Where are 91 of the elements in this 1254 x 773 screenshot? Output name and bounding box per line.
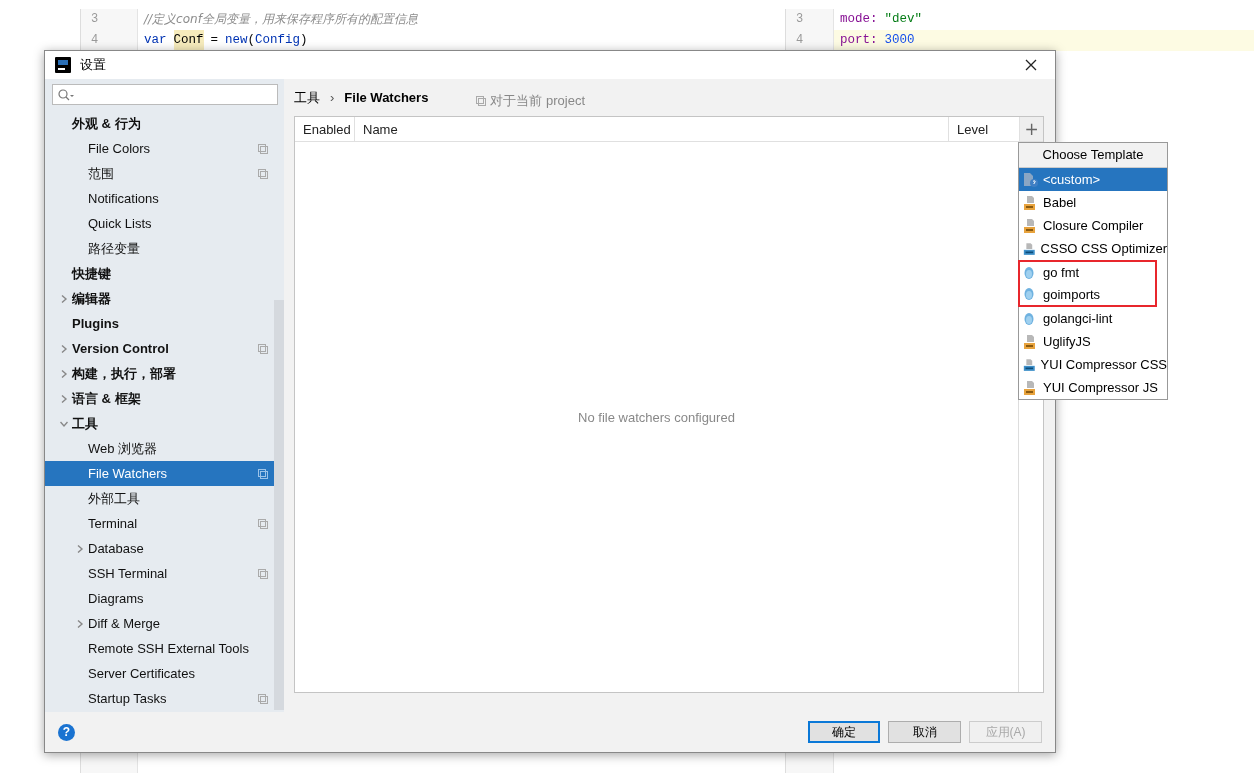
file-icon <box>1023 379 1038 396</box>
settings-item[interactable]: 编辑器 <box>45 286 274 311</box>
breadcrumb[interactable]: 工具 <box>294 88 320 107</box>
line-number: 3 <box>91 12 99 26</box>
code-type: Config <box>255 32 301 49</box>
template-item[interactable]: YUI Compressor JS <box>1019 376 1167 399</box>
code-punctuation: = <box>210 32 219 49</box>
chevron-right-icon <box>59 344 68 353</box>
scrollbar[interactable] <box>274 300 284 710</box>
settings-item[interactable]: 工具 <box>45 411 274 436</box>
chevron-right-icon <box>75 619 84 628</box>
settings-item[interactable]: Diagrams <box>45 586 274 611</box>
column-header[interactable]: Name <box>355 117 949 141</box>
settings-item[interactable]: Quick Lists <box>45 211 274 236</box>
settings-item[interactable]: Version Control <box>45 336 274 361</box>
line-number: 3 <box>796 12 804 26</box>
settings-item[interactable]: Server Certificates <box>45 661 274 686</box>
code-punctuation: ) <box>300 32 308 49</box>
settings-item[interactable]: 语言 & 框架 <box>45 386 274 411</box>
breadcrumb: File Watchers <box>344 90 429 105</box>
line-number: 4 <box>796 33 804 47</box>
template-item[interactable]: goimports <box>1020 283 1155 305</box>
settings-item[interactable]: Remote SSH External Tools <box>45 636 274 661</box>
template-item[interactable]: CSSO CSS Optimizer <box>1019 237 1167 260</box>
settings-item[interactable]: 路径变量 <box>45 236 274 261</box>
close-icon[interactable] <box>1025 59 1037 71</box>
code-string: "dev" <box>884 11 923 28</box>
file-icon <box>1023 240 1036 257</box>
settings-item[interactable]: Notifications <box>45 186 274 211</box>
scope-note: 对于当前 project <box>490 91 586 110</box>
settings-item[interactable]: Plugins <box>45 311 274 336</box>
template-item[interactable]: <custom> <box>1019 168 1167 191</box>
add-button[interactable]: + <box>1019 117 1043 141</box>
chevron-down-icon <box>59 419 68 428</box>
empty-message: No file watchers configured <box>578 409 735 425</box>
code-number: 3000 <box>884 32 915 49</box>
settings-item[interactable]: Database <box>45 536 274 561</box>
app-logo-icon <box>55 57 71 73</box>
code-keyword: var <box>144 32 167 49</box>
settings-item[interactable]: Startup Tasks <box>45 686 274 711</box>
copy-icon <box>476 95 487 106</box>
settings-item[interactable]: Terminal <box>45 511 274 536</box>
search-icon <box>58 88 74 101</box>
settings-item[interactable]: 外部工具 <box>45 486 274 511</box>
copy-icon <box>258 143 268 154</box>
settings-item[interactable]: Web 浏览器 <box>45 436 274 461</box>
code-punctuation: ( <box>247 32 256 49</box>
settings-item[interactable]: File Watchers <box>45 461 274 486</box>
code-key: port: <box>840 30 878 51</box>
column-header[interactable]: Enabled <box>295 117 355 141</box>
menu-title: Choose Template <box>1019 143 1167 168</box>
code-comment: //定义conf全局变量，用来保存程序所有的配置信息 <box>144 11 418 28</box>
template-item[interactable]: golangci-lint <box>1019 307 1167 330</box>
code-identifier: Conf <box>173 30 204 51</box>
settings-item[interactable]: 外观 & 行为 <box>45 111 274 136</box>
column-header[interactable]: Level <box>949 117 1019 141</box>
settings-item[interactable]: File Colors <box>45 136 274 161</box>
code-keyword: new <box>225 32 248 49</box>
copy-icon <box>258 168 268 179</box>
template-item[interactable]: go fmt <box>1020 262 1155 284</box>
file-icon <box>1023 356 1036 373</box>
code-key: mode: <box>840 9 878 30</box>
settings-item[interactable]: 快捷键 <box>45 261 274 286</box>
template-item[interactable]: UglifyJS <box>1019 330 1167 353</box>
copy-icon <box>258 693 268 704</box>
line-number: 4 <box>91 33 99 47</box>
chevron-right-icon <box>59 294 68 303</box>
chevron-right-icon <box>59 369 68 378</box>
dialog-button[interactable]: 确定 <box>808 721 880 743</box>
settings-item[interactable]: 构建，执行，部署 <box>45 361 274 386</box>
template-item[interactable]: Closure Compiler <box>1019 214 1167 237</box>
file-icon <box>1023 333 1038 350</box>
copy-icon <box>258 468 268 479</box>
file-icon <box>1023 194 1038 211</box>
chevron-right-icon <box>75 544 84 553</box>
dialog-button[interactable]: 取消 <box>888 721 961 743</box>
breadcrumb-separator: › <box>330 90 335 105</box>
settings-item[interactable]: Diff & Merge <box>45 611 274 636</box>
template-item[interactable]: YUI Compressor CSS <box>1019 353 1167 376</box>
template-item[interactable]: Babel <box>1019 191 1167 214</box>
file-icon <box>1023 217 1038 234</box>
help-button[interactable]: ? <box>58 723 75 741</box>
chevron-right-icon <box>59 394 68 403</box>
copy-icon <box>258 568 268 579</box>
copy-icon <box>258 518 268 529</box>
file-question-icon <box>1023 171 1038 188</box>
copy-icon <box>258 343 268 354</box>
settings-item[interactable]: SSH Terminal <box>45 561 274 586</box>
settings-item[interactable]: 范围 <box>45 161 274 186</box>
search-field[interactable] <box>52 84 278 105</box>
window-title: 设置 <box>80 56 107 74</box>
